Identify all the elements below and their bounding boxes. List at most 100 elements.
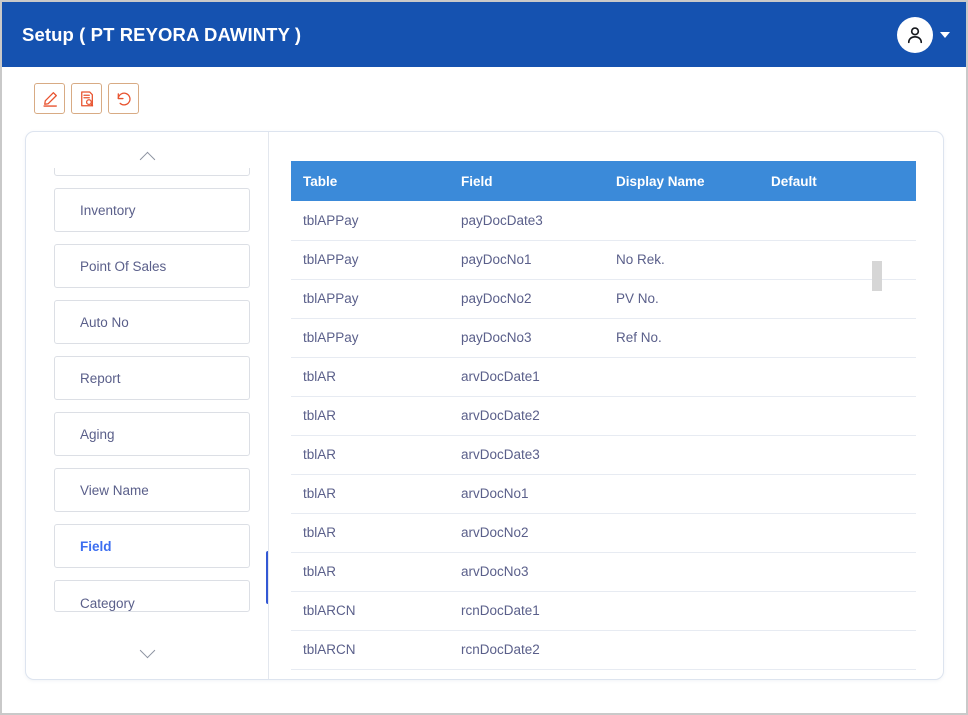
view-button[interactable] — [71, 83, 102, 114]
user-menu[interactable] — [897, 16, 950, 53]
cell-field: arvDocNo3 — [449, 552, 604, 592]
cell-field: arvDocNo2 — [449, 513, 604, 553]
edit-button[interactable] — [34, 83, 65, 114]
cell-table: tblAPPay — [291, 240, 449, 280]
cell-field: arvDocDate2 — [449, 396, 604, 436]
cell-table: tblAR — [291, 435, 449, 475]
table-row[interactable]: tblAR arvDocNo3 — [291, 552, 916, 592]
table-row[interactable]: tblAPPay payDocNo3 Ref No. — [291, 318, 916, 358]
sidebar-item-aging[interactable]: Aging — [54, 412, 250, 456]
cell-table: tblAR — [291, 552, 449, 592]
table-panel: Table Field Display Name Default tblAPPa… — [269, 132, 943, 679]
cell-table: tblAR — [291, 396, 449, 436]
table-row[interactable]: tblAR arvDocNo2 — [291, 513, 916, 553]
cell-default — [759, 279, 916, 319]
sidebar-item-label: Auto No — [80, 314, 129, 330]
cell-display-name — [604, 630, 759, 670]
table-row[interactable]: tblAR arvDocDate2 — [291, 396, 916, 436]
cell-table: tblAPPay — [291, 318, 449, 358]
cell-display-name — [604, 513, 759, 553]
content-card: Inventory Point Of Sales Auto No Report … — [25, 131, 944, 680]
cell-default — [759, 435, 916, 475]
pencil-edit-icon — [41, 90, 59, 108]
cell-display-name — [604, 396, 759, 436]
sidebar-item-category[interactable]: Category — [54, 580, 250, 612]
column-header-display-name[interactable]: Display Name — [604, 161, 759, 201]
cell-table: tblAR — [291, 513, 449, 553]
sidebar-item-view-name[interactable]: View Name — [54, 468, 250, 512]
cell-display-name — [604, 474, 759, 514]
user-person-icon — [904, 24, 926, 46]
sidebar-scroll-up[interactable] — [26, 146, 268, 168]
cell-table: tblAPPay — [291, 279, 449, 319]
cell-display-name: No Rek. — [604, 240, 759, 280]
table-row[interactable]: tblAPPay payDocDate3 — [291, 201, 916, 241]
table-row[interactable]: tblAR arvDocDate3 — [291, 435, 916, 475]
app-window: Setup ( PT REYORA DAWINTY ) Inventory Po… — [2, 2, 966, 713]
toolbar — [2, 67, 966, 130]
table-header: Table Field Display Name Default — [291, 161, 916, 201]
sidebar-item-label: Aging — [80, 426, 115, 442]
cell-display-name — [604, 435, 759, 475]
table-body: tblAPPay payDocDate3 tblAPPay payDocNo1 … — [291, 201, 916, 670]
column-header-table[interactable]: Table — [291, 161, 449, 201]
cell-display-name: Ref No. — [604, 318, 759, 358]
cell-default — [759, 318, 916, 358]
cell-field: payDocDate3 — [449, 201, 604, 241]
sidebar-item-label: Field — [80, 538, 112, 554]
table-row[interactable]: tblARCN rcnDocDate1 — [291, 591, 916, 631]
cell-default — [759, 513, 916, 553]
cell-field: arvDocDate1 — [449, 357, 604, 397]
cell-default — [759, 201, 916, 241]
table-row[interactable]: tblAPPay payDocNo2 PV No. — [291, 279, 916, 319]
cell-field: rcnDocDate1 — [449, 591, 604, 631]
sidebar-scroll-down[interactable] — [26, 641, 268, 663]
cell-default — [759, 474, 916, 514]
table-row[interactable]: tblAR arvDocDate1 — [291, 357, 916, 397]
cell-field: payDocNo2 — [449, 279, 604, 319]
chevron-down-icon[interactable] — [940, 31, 950, 38]
table-row[interactable]: tblAR arvDocNo1 — [291, 474, 916, 514]
cell-default — [759, 357, 916, 397]
cell-field: payDocNo3 — [449, 318, 604, 358]
cell-field: arvDocNo1 — [449, 474, 604, 514]
cell-default — [759, 240, 916, 280]
table-row[interactable]: tblAPPay payDocNo1 No Rek. — [291, 240, 916, 280]
column-header-default[interactable]: Default — [759, 161, 916, 201]
refresh-button[interactable] — [108, 83, 139, 114]
cell-display-name: PV No. — [604, 279, 759, 319]
sidebar-item-field[interactable]: Field — [54, 524, 250, 568]
avatar[interactable] — [897, 16, 933, 53]
sidebar-item-auto-no[interactable]: Auto No — [54, 300, 250, 344]
cell-display-name — [604, 357, 759, 397]
undo-refresh-icon — [115, 90, 133, 108]
cell-default — [759, 591, 916, 631]
sidebar-item-point-of-sales[interactable]: Point Of Sales — [54, 244, 250, 288]
field-table: Table Field Display Name Default tblAPPa… — [291, 161, 916, 670]
cell-table: tblAR — [291, 357, 449, 397]
cell-field: arvDocDate3 — [449, 435, 604, 475]
sidebar-item-label: Inventory — [80, 202, 136, 218]
table-header-row: Table Field Display Name Default — [291, 161, 916, 201]
table-scrollbar-thumb[interactable] — [872, 261, 882, 291]
sidebar-list: Inventory Point Of Sales Auto No Report … — [26, 160, 254, 624]
sidebar-item-report[interactable]: Report — [54, 356, 250, 400]
cell-display-name — [604, 552, 759, 592]
table-row[interactable]: tblARCN rcnDocDate2 — [291, 630, 916, 670]
sidebar-item-inventory[interactable]: Inventory — [54, 188, 250, 232]
column-header-field[interactable]: Field — [449, 161, 604, 201]
cell-table: tblAPPay — [291, 201, 449, 241]
cell-default — [759, 630, 916, 670]
sidebar-item-label: Point Of Sales — [80, 258, 167, 274]
cell-display-name — [604, 201, 759, 241]
cell-display-name — [604, 591, 759, 631]
cell-default — [759, 396, 916, 436]
chevron-up-icon — [139, 151, 156, 167]
page-title: Setup ( PT REYORA DAWINTY ) — [22, 23, 302, 45]
cell-table: tblARCN — [291, 630, 449, 670]
sidebar: Inventory Point Of Sales Auto No Report … — [26, 132, 269, 679]
sidebar-item-label: Category — [80, 596, 135, 611]
cell-table: tblARCN — [291, 591, 449, 631]
document-search-icon — [78, 90, 96, 108]
cell-field: payDocNo1 — [449, 240, 604, 280]
